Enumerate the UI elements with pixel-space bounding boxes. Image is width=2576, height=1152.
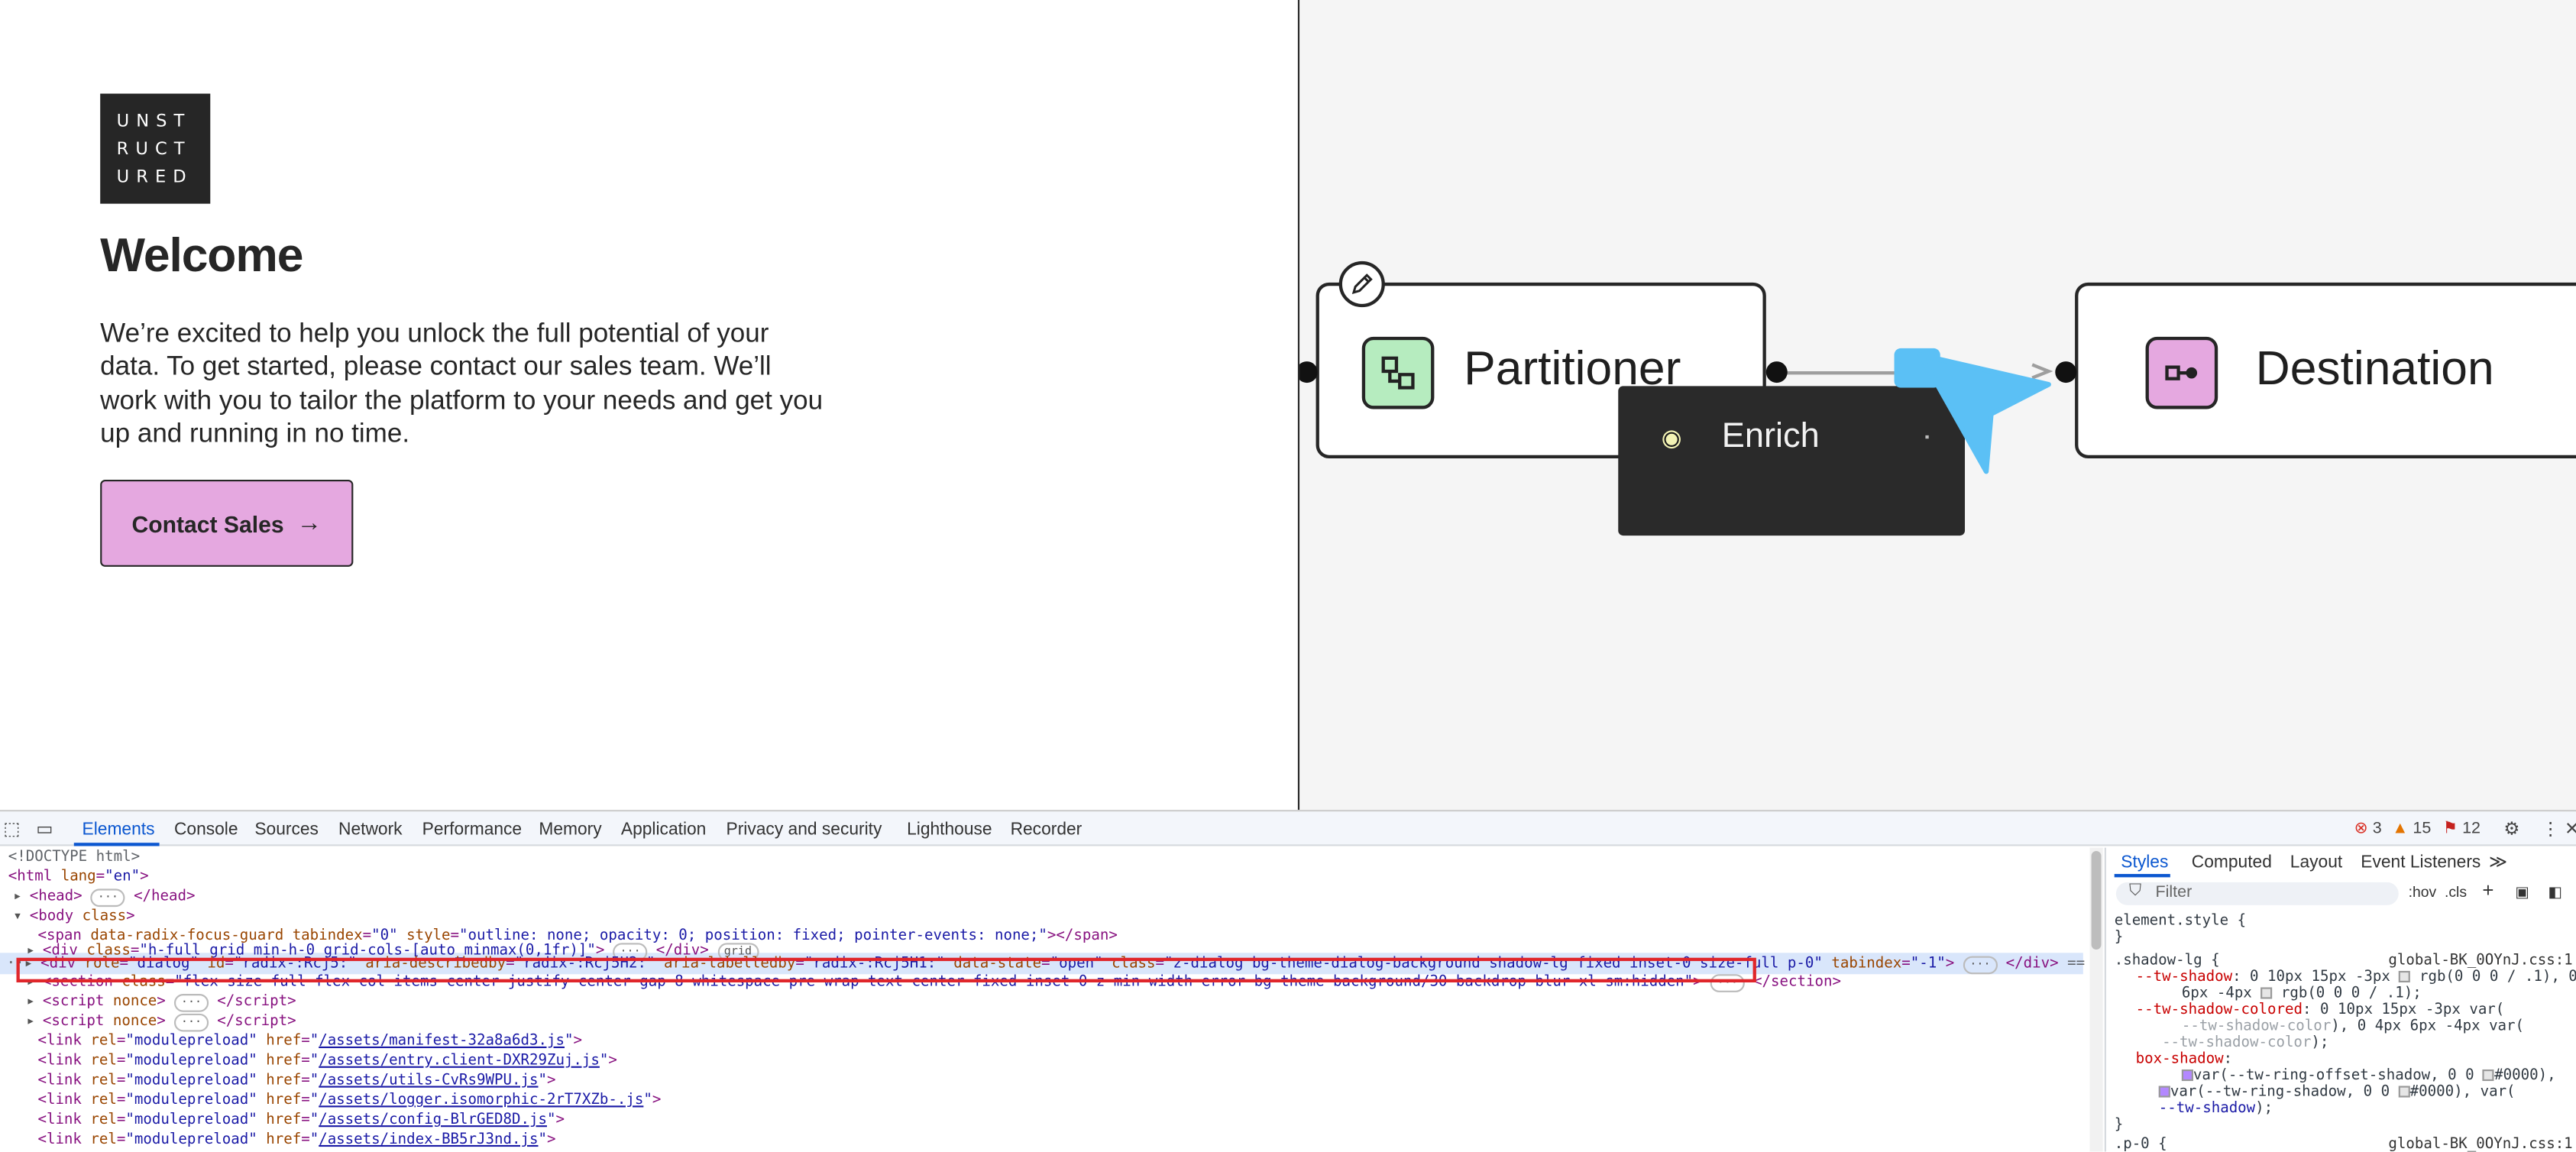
tab-console[interactable]: Console bbox=[174, 820, 238, 840]
dom-line-script-1[interactable]: ▸ <script nonce> ··· </script> bbox=[26, 992, 296, 1012]
error-icon: ⊗ bbox=[2354, 820, 2368, 838]
page-title: Welcome bbox=[100, 230, 303, 283]
p-0-source-link[interactable]: global-BK_0OYnJ.css:1 bbox=[2388, 1137, 2572, 1151]
workflow-canvas[interactable]: Partitioner Destination Enrich bbox=[1297, 0, 2576, 811]
css-decl-box-shadow-cont-2: var(--tw-ring-shadow, 0 0 #0000), var( bbox=[2158, 1084, 2516, 1101]
dom-line-link-manifest[interactable]: <link rel="modulepreload" href="/assets/… bbox=[37, 1032, 581, 1052]
tab-privacy-security[interactable]: Privacy and security bbox=[727, 820, 882, 840]
elements-tree[interactable]: <!DOCTYPE html> <html lang="en"> ▸ <head>… bbox=[0, 848, 2086, 1152]
warning-count-value: 15 bbox=[2413, 820, 2432, 838]
tab-elements[interactable]: Elements bbox=[83, 820, 155, 840]
dom-line-link-logger[interactable]: <link rel="modulepreload" href="/assets/… bbox=[37, 1091, 661, 1111]
more-tabs-icon[interactable]: ≫ bbox=[2489, 853, 2507, 872]
css-decl-colored-cont-2: --tw-shadow-color); bbox=[2162, 1034, 2329, 1052]
css-decl-colored-cont-1: --tw-shadow-color), 0 4px 6px -4px var( bbox=[2181, 1018, 2525, 1035]
unstructured-logo: UNST RUCT URED bbox=[100, 93, 211, 204]
filter-icon: ⛉ bbox=[2129, 882, 2142, 901]
shadow-lg-selector[interactable]: .shadow-lg { bbox=[2115, 953, 2220, 969]
inspect-element-icon[interactable]: ⬚ bbox=[3, 818, 20, 840]
tab-network[interactable]: Network bbox=[338, 820, 403, 840]
active-tab-indicator bbox=[73, 843, 160, 846]
styles-filter-input[interactable]: ⛉ Filter bbox=[2115, 882, 2399, 905]
element-style-close: } bbox=[2114, 930, 2124, 947]
devtools-panel: ⬚ ▭ Elements Console Sources Network Per… bbox=[0, 810, 2576, 1152]
dom-line-link-entry[interactable]: <link rel="modulepreload" href="/assets/… bbox=[37, 1051, 616, 1071]
dom-line-link-config[interactable]: <link rel="modulepreload" href="/assets/… bbox=[37, 1111, 565, 1131]
css-decl-box-shadow-cont-1: var(--tw-ring-offset-shadow, 0 0 #0000), bbox=[2181, 1068, 2556, 1084]
tab-performance[interactable]: Performance bbox=[422, 820, 522, 840]
hov-toggle[interactable]: :hov bbox=[2409, 884, 2437, 901]
device-toggle-icon[interactable]: ▭ bbox=[36, 818, 53, 840]
tab-lighthouse[interactable]: Lighthouse bbox=[907, 820, 992, 840]
settings-gear-icon[interactable]: ⚙ bbox=[2503, 818, 2519, 840]
css-decl-tw-shadow-colored[interactable]: --tw-shadow-colored: 0 10px 15px -3px va… bbox=[2136, 1002, 2505, 1019]
elements-scrollbar[interactable] bbox=[2089, 847, 2103, 1152]
dom-line-doctype[interactable]: <!DOCTYPE html> bbox=[8, 848, 140, 868]
tab-application[interactable]: Application bbox=[621, 820, 706, 840]
styles-tab-indicator bbox=[2114, 874, 2170, 878]
error-count[interactable]: ⊗ 3 bbox=[2354, 820, 2382, 838]
dom-line-body[interactable]: ▾ <body class> bbox=[13, 907, 134, 927]
contact-sales-label: Contact Sales bbox=[131, 510, 284, 537]
tab-memory[interactable]: Memory bbox=[539, 820, 601, 840]
css-decl-tw-shadow[interactable]: --tw-shadow: 0 10px 15px -3px rgb(0 0 0 … bbox=[2136, 969, 2576, 986]
add-rule-icon[interactable]: + bbox=[2482, 879, 2493, 902]
selected-node-annotation-box bbox=[16, 957, 1756, 983]
warning-count[interactable]: ▲ 15 bbox=[2392, 820, 2431, 838]
welcome-panel: UNST RUCT URED Welcome We’re excited to … bbox=[0, 0, 1298, 811]
issue-count[interactable]: ⚑ 12 bbox=[2443, 820, 2481, 838]
selected-node-marker: == $0 bbox=[2067, 956, 2086, 973]
tab-layout[interactable]: Layout bbox=[2290, 853, 2342, 872]
tab-sources[interactable]: Sources bbox=[254, 820, 319, 840]
scrollbar-thumb[interactable] bbox=[2091, 850, 2102, 950]
tab-recorder[interactable]: Recorder bbox=[1011, 820, 1083, 840]
dom-line-head[interactable]: ▸ <head> ··· </head> bbox=[13, 887, 196, 908]
error-count-value: 3 bbox=[2372, 820, 2382, 838]
element-style-rule[interactable]: element.style { bbox=[2115, 914, 2246, 930]
tab-computed[interactable]: Computed bbox=[2192, 853, 2272, 872]
css-decl-box-shadow[interactable]: box-shadow: bbox=[2136, 1051, 2232, 1068]
issue-icon: ⚑ bbox=[2442, 820, 2458, 838]
logo-line-2: RUCT bbox=[116, 139, 192, 160]
styles-pane: Styles Computed Layout Event Listeners ≫… bbox=[2104, 847, 2576, 1152]
logo-line-1: UNST bbox=[116, 112, 192, 132]
arrow-right-icon: → bbox=[296, 509, 322, 538]
dom-line-link-index[interactable]: <link rel="modulepreload" href="/assets/… bbox=[37, 1131, 555, 1150]
tab-event-listeners[interactable]: Event Listeners bbox=[2361, 853, 2481, 872]
shadow-lg-close: } bbox=[2114, 1117, 2124, 1134]
warning-icon: ▲ bbox=[2392, 820, 2409, 838]
paint-icon[interactable]: ▣ bbox=[2515, 884, 2529, 902]
css-decl-box-shadow-cont-3: --tw-shadow); bbox=[2158, 1100, 2273, 1118]
intro-text: We’re excited to help you unlock the ful… bbox=[100, 319, 824, 449]
styles-tabbar: Styles Computed Layout Event Listeners ≫ bbox=[2106, 848, 2576, 878]
issue-count-value: 12 bbox=[2462, 820, 2481, 838]
css-decl-tw-shadow-cont: 6px -4px rgb(0 0 0 / .1); bbox=[2181, 985, 2422, 1002]
cls-toggle[interactable]: .cls bbox=[2445, 884, 2467, 901]
dom-line-link-utils[interactable]: <link rel="modulepreload" href="/assets/… bbox=[37, 1071, 555, 1091]
drag-cursor-icon bbox=[1894, 348, 2051, 474]
more-options-icon[interactable]: ⋮ bbox=[2542, 818, 2560, 840]
toggle-sidebar-icon[interactable]: ◧ bbox=[2548, 884, 2561, 902]
p-0-selector[interactable]: .p-0 { bbox=[2115, 1137, 2167, 1151]
devtools-tabbar: ⬚ ▭ Elements Console Sources Network Per… bbox=[0, 811, 2576, 846]
tab-styles[interactable]: Styles bbox=[2121, 853, 2168, 872]
dom-line-script-2[interactable]: ▸ <script nonce> ··· </script> bbox=[26, 1012, 296, 1032]
dom-line-html[interactable]: <html lang="en"> bbox=[8, 867, 149, 887]
filter-placeholder: Filter bbox=[2155, 883, 2193, 902]
close-devtools-icon[interactable]: ✕ bbox=[2565, 818, 2576, 840]
shadow-lg-source-link[interactable]: global-BK_0OYnJ.css:1 bbox=[2388, 953, 2572, 969]
logo-line-3: URED bbox=[116, 167, 193, 188]
contact-sales-button[interactable]: Contact Sales → bbox=[100, 479, 354, 567]
